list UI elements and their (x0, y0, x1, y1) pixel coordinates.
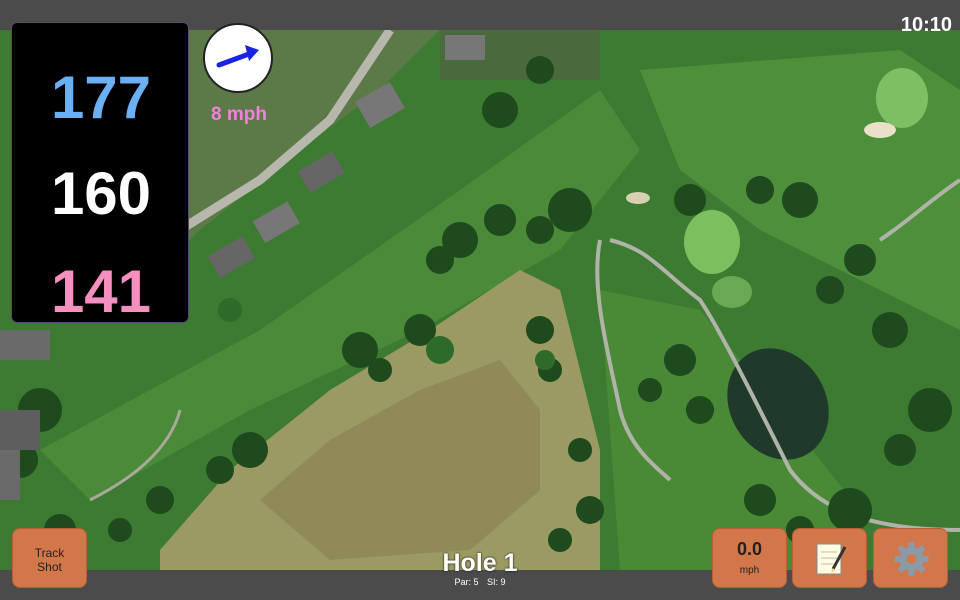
wind-direction-indicator (203, 23, 273, 93)
notes-button[interactable] (792, 528, 867, 588)
middle-yardage: 160 (50, 160, 152, 227)
hole-par: Par: 5 (454, 577, 479, 587)
yardage-panel: 177 160 141 (11, 22, 189, 325)
notepad-icon (816, 543, 847, 575)
settings-button[interactable] (873, 528, 948, 588)
gear-icon (894, 542, 929, 576)
track-shot-button[interactable]: Track Shot (12, 528, 87, 588)
hole-title: Hole 1 (442, 549, 518, 577)
hole-stroke-index: SI: 9 (487, 577, 506, 587)
track-shot-label-line1: Track (34, 546, 65, 560)
speed-unit: mph (739, 565, 760, 576)
clock: 10:10 (900, 14, 952, 36)
back-yardage: 177 (50, 64, 152, 131)
arrow-right-icon (216, 45, 259, 68)
speed-value: 0.0 (736, 539, 763, 559)
front-yardage: 141 (50, 258, 152, 325)
hole-info: Par: 5 SI: 9 (420, 577, 540, 587)
track-shot-label-line2: Shot (37, 560, 62, 574)
speed-button[interactable]: 0.0 mph (712, 528, 787, 588)
wind-speed: 8 mph (211, 104, 267, 125)
